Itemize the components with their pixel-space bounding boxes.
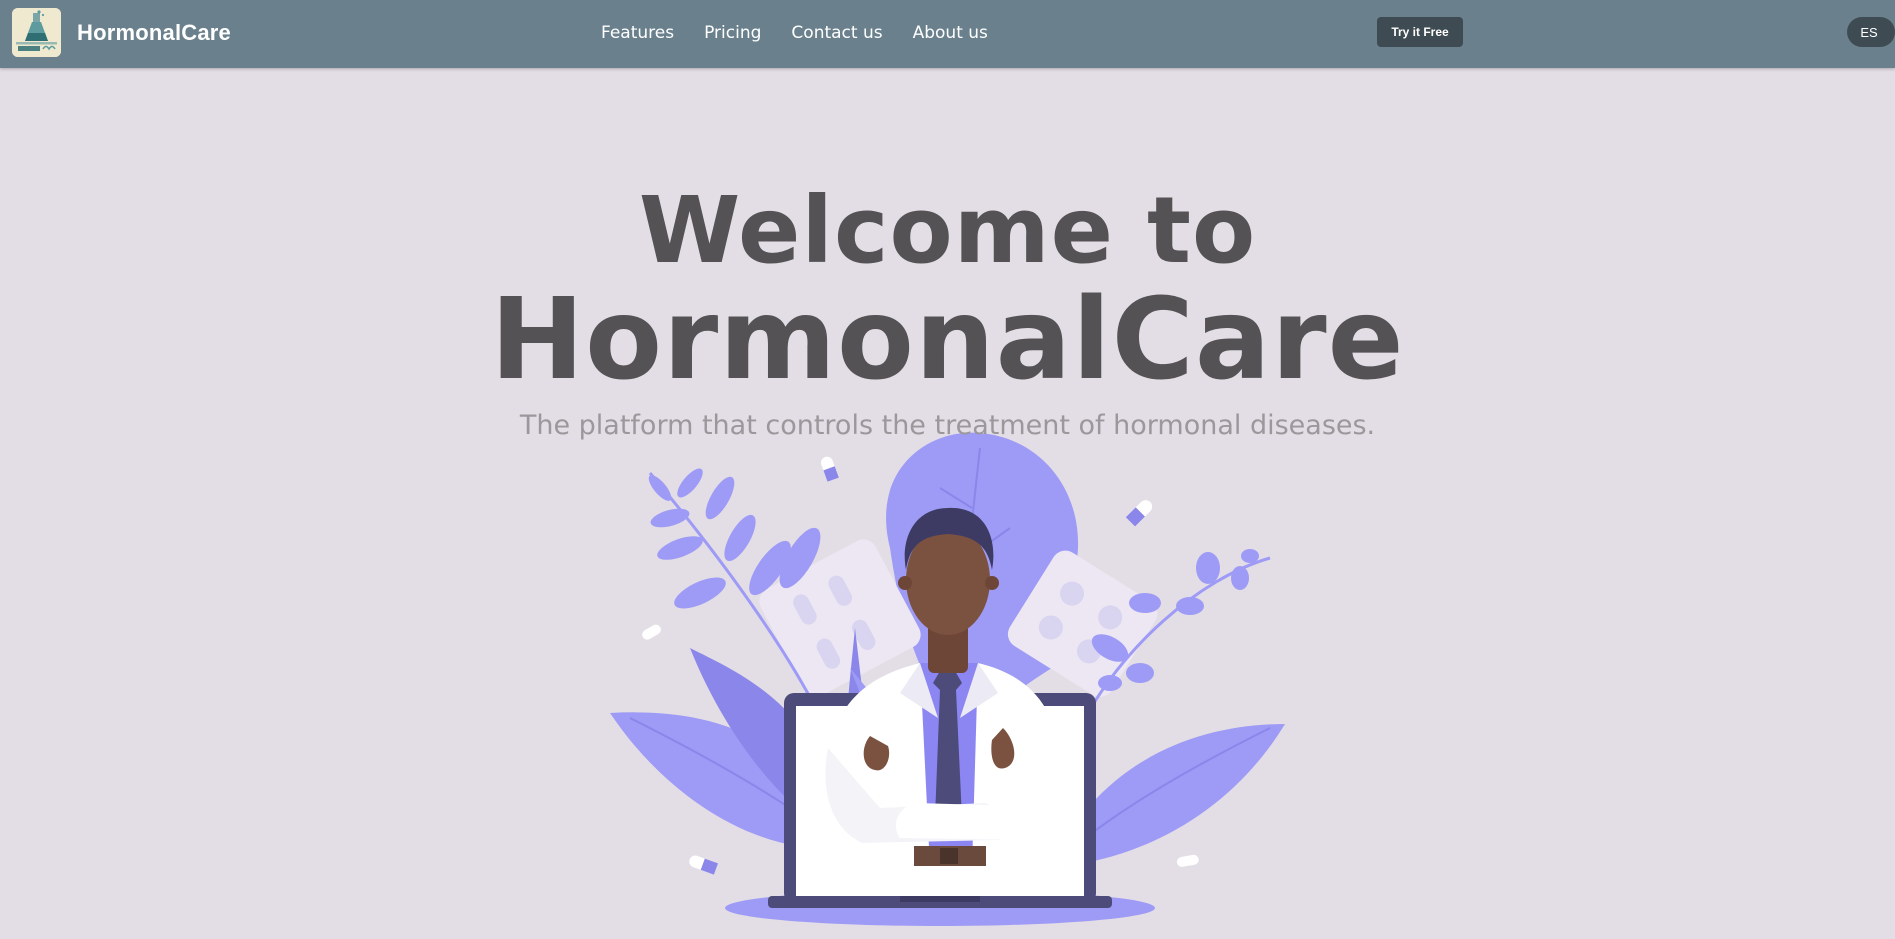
try-it-free-button[interactable]: Try it Free: [1377, 17, 1463, 47]
hero-subtitle: The platform that controls the treatment…: [519, 410, 1376, 441]
doctor-on-laptop-illustration: [600, 428, 1300, 935]
nav-link-contact-us[interactable]: Contact us: [791, 23, 882, 43]
brand-name[interactable]: HormonalCare: [77, 19, 231, 47]
language-toggle-button[interactable]: ES: [1847, 17, 1895, 47]
hero-title-line2: HormonalCare: [490, 275, 1405, 405]
top-navbar: HormonalCare Features Pricing Contact us…: [0, 0, 1895, 68]
nav-links: Features Pricing Contact us About us: [586, 20, 1003, 46]
nav-link-pricing[interactable]: Pricing: [704, 23, 761, 43]
nav-link-about-us[interactable]: About us: [913, 23, 988, 43]
logo-icon[interactable]: [12, 8, 61, 57]
hero-title-line1: Welcome to: [638, 177, 1257, 284]
nav-link-features[interactable]: Features: [601, 23, 674, 43]
